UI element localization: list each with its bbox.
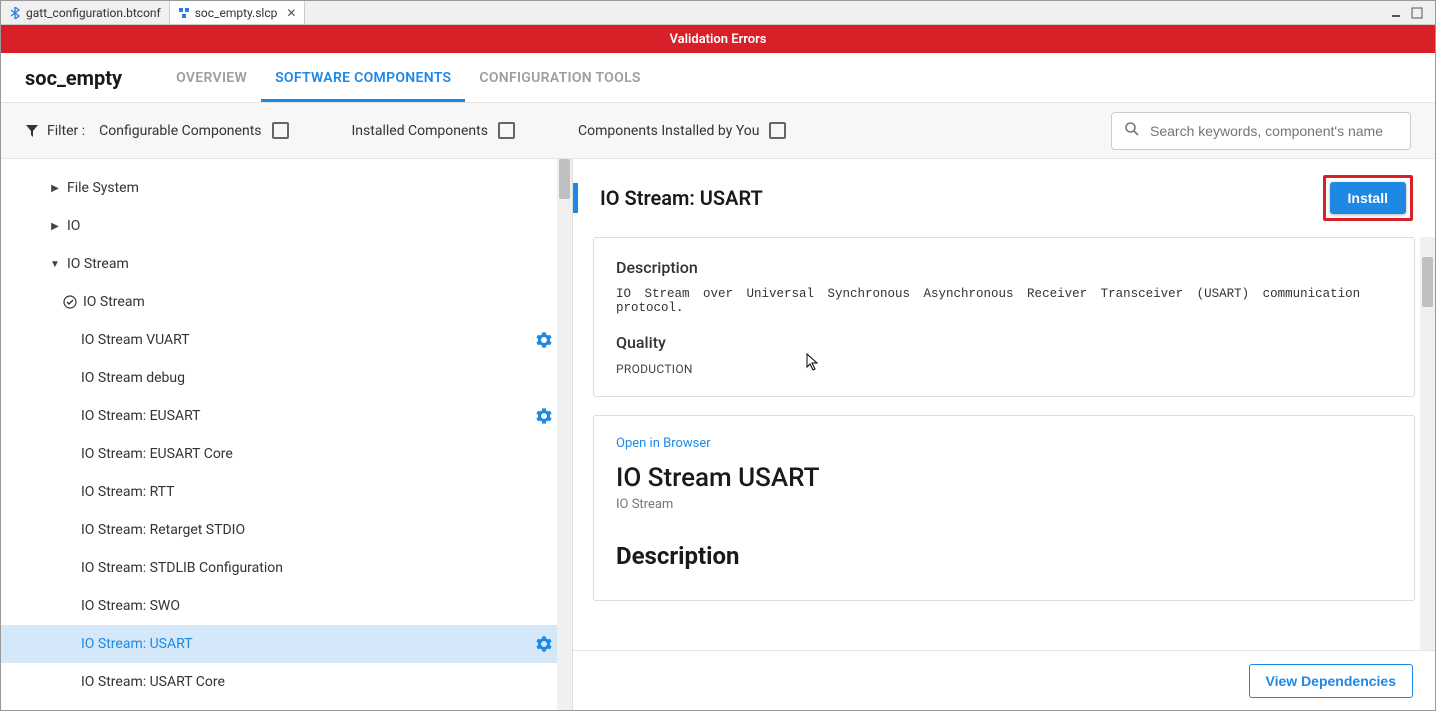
filter-configurable-checkbox[interactable] bbox=[272, 122, 289, 139]
minimize-icon[interactable] bbox=[1391, 7, 1403, 19]
tree-retarget[interactable]: IO Stream: Retarget STDIO bbox=[1, 511, 572, 549]
filter-configurable-label: Configurable Components bbox=[99, 123, 261, 139]
quality-heading: Quality bbox=[616, 333, 1392, 352]
check-circle-icon bbox=[63, 295, 77, 309]
doc-subtitle: IO Stream bbox=[616, 497, 1392, 512]
project-header: soc_empty OVERVIEW SOFTWARE COMPONENTS C… bbox=[1, 53, 1435, 103]
search-box[interactable] bbox=[1111, 112, 1411, 150]
tree-debug[interactable]: IO Stream debug bbox=[1, 359, 572, 397]
window-icons bbox=[1391, 7, 1435, 19]
chevron-right-icon: ▶ bbox=[49, 221, 61, 232]
nav-overview[interactable]: OVERVIEW bbox=[162, 53, 261, 102]
tree-eusart[interactable]: IO Stream: EUSART bbox=[1, 397, 572, 435]
tree-scrollbar[interactable] bbox=[557, 159, 572, 710]
doc-desc-heading: Description bbox=[616, 542, 1392, 570]
description-card: Description IO Stream over Universal Syn… bbox=[593, 237, 1415, 397]
filter-installed-label: Installed Components bbox=[352, 123, 488, 139]
chevron-down-icon: ▼ bbox=[49, 259, 61, 270]
tree-io-stream[interactable]: ▼ IO Stream bbox=[1, 245, 572, 283]
component-detail-panel: IO Stream: USART Install Description IO … bbox=[573, 159, 1435, 710]
doc-card: Open in Browser IO Stream USART IO Strea… bbox=[593, 415, 1415, 601]
filter-icon bbox=[25, 124, 39, 138]
accent-bar bbox=[573, 183, 578, 213]
gear-icon[interactable] bbox=[536, 408, 552, 424]
project-icon bbox=[178, 7, 190, 19]
tree-usart[interactable]: IO Stream: USART bbox=[1, 625, 572, 663]
search-icon bbox=[1124, 121, 1140, 141]
doc-title: IO Stream USART bbox=[616, 463, 1392, 493]
bluetooth-icon bbox=[9, 7, 21, 19]
validation-banner-text: Validation Errors bbox=[669, 32, 766, 47]
nav-configuration-tools[interactable]: CONFIGURATION TOOLS bbox=[465, 53, 654, 102]
detail-footer: View Dependencies bbox=[573, 650, 1435, 710]
detail-title: IO Stream: USART bbox=[600, 186, 763, 210]
filter-byyou-checkbox[interactable] bbox=[769, 122, 786, 139]
gear-icon[interactable] bbox=[536, 636, 552, 652]
tab-gatt-label: gatt_configuration.btconf bbox=[26, 6, 161, 20]
tree-io-stream-sub[interactable]: IO Stream bbox=[1, 283, 572, 321]
tree-usart-core[interactable]: IO Stream: USART Core bbox=[1, 663, 572, 701]
description-heading: Description bbox=[616, 258, 1392, 277]
install-highlight: Install bbox=[1323, 175, 1413, 221]
tree-swo[interactable]: IO Stream: SWO bbox=[1, 587, 572, 625]
validation-banner[interactable]: Validation Errors bbox=[1, 25, 1435, 53]
tree-file-system[interactable]: ▶ File System bbox=[1, 169, 572, 207]
view-dependencies-button[interactable]: View Dependencies bbox=[1249, 664, 1413, 698]
filter-label: Filter : bbox=[47, 123, 85, 139]
filter-installed-checkbox[interactable] bbox=[498, 122, 515, 139]
tab-slcp[interactable]: soc_empty.slcp ✕ bbox=[170, 1, 306, 24]
tree-stdlib[interactable]: IO Stream: STDLIB Configuration bbox=[1, 549, 572, 587]
tree-rtt[interactable]: IO Stream: RTT bbox=[1, 473, 572, 511]
description-text: IO Stream over Universal Synchronous Asy… bbox=[616, 287, 1392, 315]
component-tree: ▶ File System ▶ IO ▼ IO Stream IO Stream… bbox=[1, 159, 573, 710]
maximize-icon[interactable] bbox=[1411, 7, 1423, 19]
filter-bar: Filter : Configurable Components Install… bbox=[1, 103, 1435, 159]
gear-icon[interactable] bbox=[536, 332, 552, 348]
tab-slcp-label: soc_empty.slcp bbox=[195, 6, 278, 20]
project-name: soc_empty bbox=[25, 66, 122, 90]
editor-tab-bar: gatt_configuration.btconf soc_empty.slcp… bbox=[1, 1, 1435, 25]
open-in-browser-link[interactable]: Open in Browser bbox=[616, 436, 1392, 451]
chevron-right-icon: ▶ bbox=[49, 183, 61, 194]
tree-io[interactable]: ▶ IO bbox=[1, 207, 572, 245]
tree-vuart[interactable]: IO Stream VUART bbox=[1, 321, 572, 359]
tree-eusart-core[interactable]: IO Stream: EUSART Core bbox=[1, 435, 572, 473]
nav-software-components[interactable]: SOFTWARE COMPONENTS bbox=[261, 53, 465, 102]
quality-value: PRODUCTION bbox=[616, 362, 1392, 376]
tab-gatt[interactable]: gatt_configuration.btconf bbox=[1, 1, 170, 24]
filter-byyou-label: Components Installed by You bbox=[578, 123, 760, 139]
install-button[interactable]: Install bbox=[1330, 182, 1406, 214]
search-input[interactable] bbox=[1150, 123, 1398, 139]
close-icon[interactable]: ✕ bbox=[286, 6, 296, 20]
detail-scrollbar[interactable] bbox=[1420, 237, 1435, 710]
